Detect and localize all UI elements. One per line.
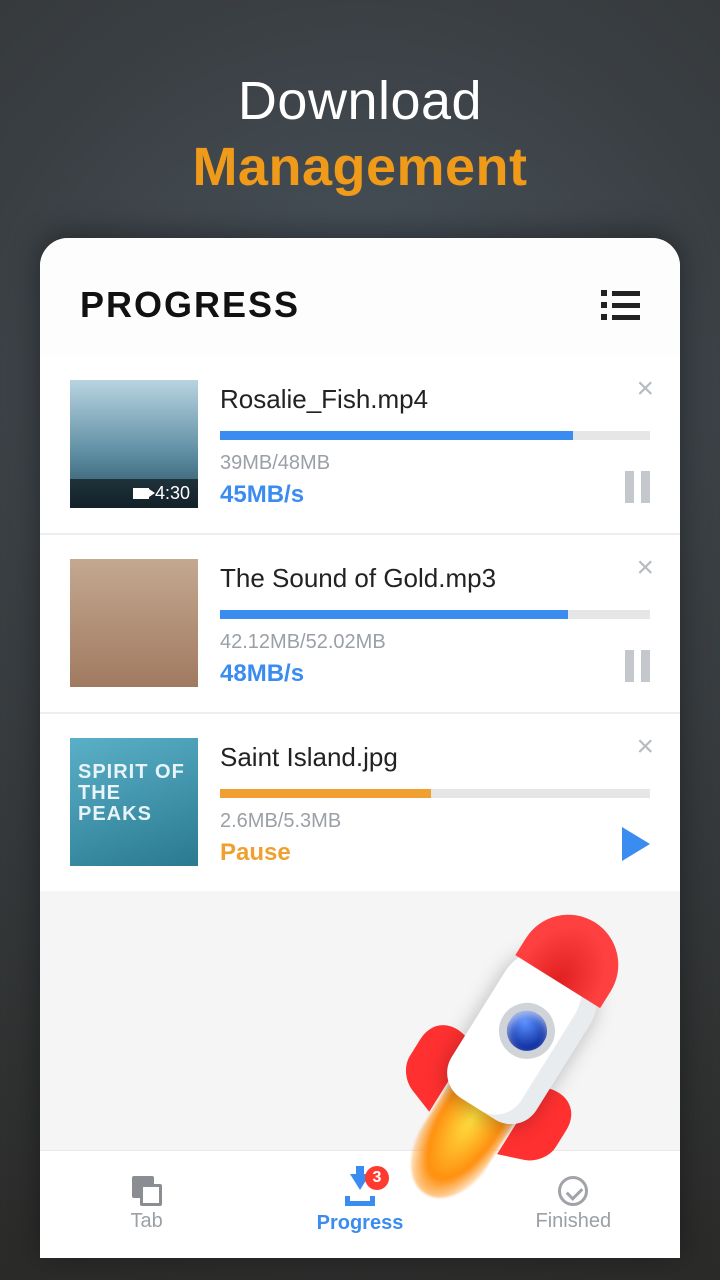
progress-fill <box>220 431 573 440</box>
bottom-nav: Tab 3 Progress Finished <box>40 1150 680 1258</box>
progress-card: PROGRESS 4:30 Rosalie_Fish.mp4 39MB/48MB… <box>40 238 680 1258</box>
nav-finished[interactable]: Finished <box>467 1151 680 1258</box>
size-text: 39MB/48MB <box>220 452 650 475</box>
progress-bar[interactable] <box>220 610 650 619</box>
progress-fill <box>220 789 431 798</box>
thumbnail[interactable]: 4:30 <box>70 380 198 508</box>
progress-bar[interactable] <box>220 789 650 798</box>
close-icon[interactable]: × <box>636 553 654 583</box>
progress-bar[interactable] <box>220 431 650 440</box>
video-duration: 4:30 <box>155 483 190 504</box>
speed-text: 48MB/s <box>220 660 650 688</box>
thumbnail-text: SPIRIT OF THE PEAKS <box>78 762 190 825</box>
nav-label: Progress <box>317 1212 404 1235</box>
filename: Rosalie_Fish.mp4 <box>220 384 650 415</box>
pause-button[interactable] <box>625 650 650 682</box>
filename: The Sound of Gold.mp3 <box>220 563 650 594</box>
download-item: 4:30 Rosalie_Fish.mp4 39MB/48MB 45MB/s × <box>40 356 680 533</box>
close-icon[interactable]: × <box>636 732 654 762</box>
status-text: Pause <box>220 839 650 867</box>
close-icon[interactable]: × <box>636 374 654 404</box>
size-text: 2.6MB/5.3MB <box>220 810 650 833</box>
size-text: 42.12MB/52.02MB <box>220 631 650 654</box>
filename: Saint Island.jpg <box>220 742 650 773</box>
nav-label: Finished <box>536 1210 612 1233</box>
pause-button[interactable] <box>625 471 650 503</box>
hero-banner: Download Management <box>0 0 720 238</box>
download-icon: 3 <box>343 1174 377 1208</box>
play-icon <box>622 827 650 861</box>
hero-line-1: Download <box>0 70 720 132</box>
pause-icon <box>625 471 650 503</box>
download-item: SPIRIT OF THE PEAKS Saint Island.jpg 2.6… <box>40 712 680 891</box>
card-header: PROGRESS <box>40 238 680 356</box>
thumbnail[interactable]: SPIRIT OF THE PEAKS <box>70 738 198 866</box>
progress-fill <box>220 610 568 619</box>
check-icon <box>558 1176 588 1206</box>
tabs-icon <box>132 1176 162 1206</box>
video-icon <box>133 488 149 499</box>
video-badge: 4:30 <box>70 479 198 508</box>
download-item: The Sound of Gold.mp3 42.12MB/52.02MB 48… <box>40 533 680 712</box>
nav-tab[interactable]: Tab <box>40 1151 253 1258</box>
thumbnail[interactable] <box>70 559 198 687</box>
page-title: PROGRESS <box>80 284 300 326</box>
download-list: 4:30 Rosalie_Fish.mp4 39MB/48MB 45MB/s ×… <box>40 356 680 1150</box>
speed-text: 45MB/s <box>220 481 650 509</box>
badge-count: 3 <box>365 1166 389 1190</box>
nav-progress[interactable]: 3 Progress <box>253 1151 466 1258</box>
pause-icon <box>625 650 650 682</box>
list-view-icon[interactable] <box>601 290 640 320</box>
hero-line-2: Management <box>0 136 720 198</box>
nav-label: Tab <box>131 1210 163 1233</box>
resume-button[interactable] <box>622 827 650 861</box>
